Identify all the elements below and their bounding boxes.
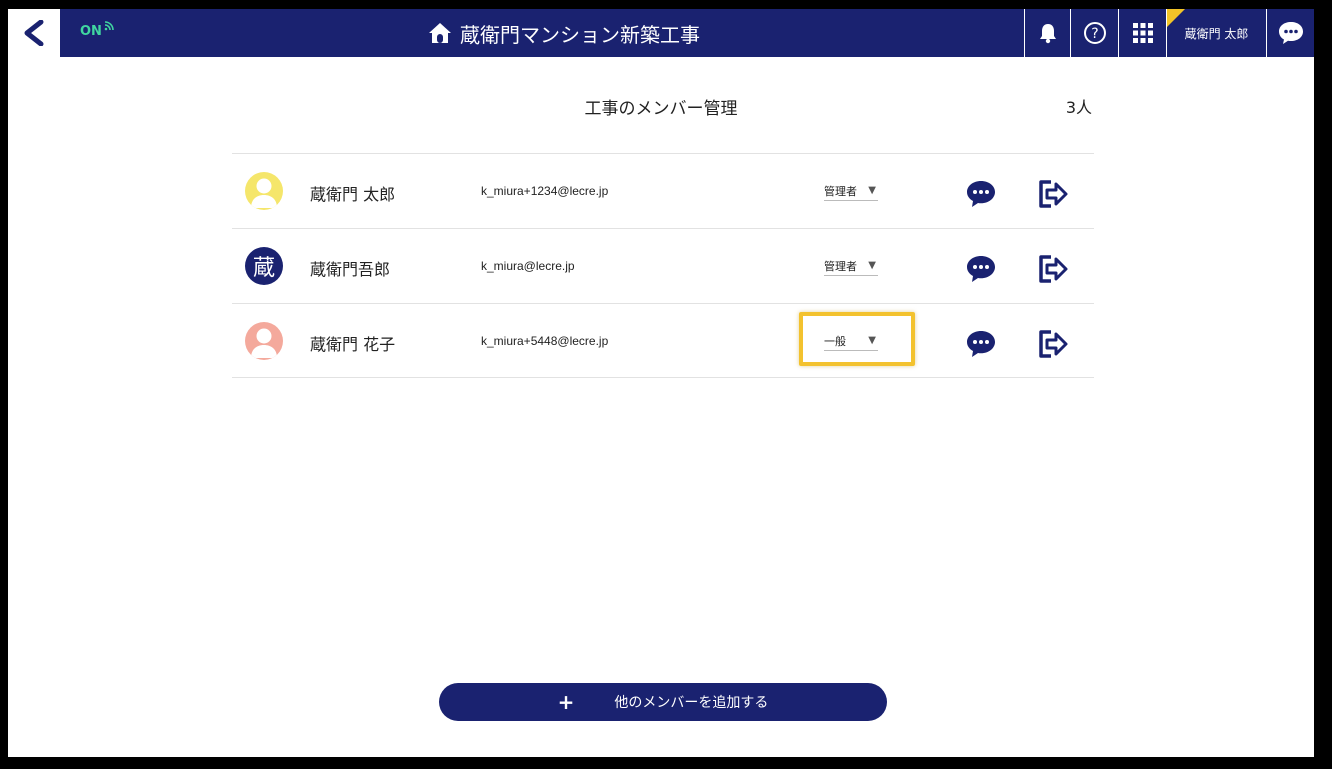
- role-select[interactable]: 一般 ▼: [824, 333, 878, 351]
- remove-member-button[interactable]: [1037, 253, 1069, 285]
- user-corner-mark: [1167, 9, 1185, 27]
- caret-down-icon: ▼: [868, 260, 876, 271]
- message-button[interactable]: [964, 254, 998, 284]
- add-member-label: 他のメンバーを追加する: [614, 695, 769, 711]
- signal-icon: [104, 21, 114, 31]
- caret-down-icon: ▼: [868, 335, 876, 346]
- member-email: k_miura@lecre.jp: [481, 259, 575, 273]
- home-icon: [428, 21, 452, 45]
- member-count: 3人: [1065, 98, 1092, 117]
- exit-icon: [1039, 330, 1068, 358]
- apps-button[interactable]: [1118, 9, 1166, 57]
- member-list: 蔵衛門 太郎 k_miura+1234@lecre.jp 管理者 ▼ 蔵 蔵衛門…: [232, 153, 1094, 378]
- member-row: 蔵 蔵衛門吾郎 k_miura@lecre.jp 管理者 ▼: [232, 228, 1094, 303]
- bell-icon: [1039, 24, 1056, 44]
- user-menu-button[interactable]: 蔵衛門 太郎: [1166, 9, 1266, 57]
- project-title-text: 蔵衛門マンション新築工事: [460, 22, 700, 47]
- project-title[interactable]: 蔵衛門マンション新築工事: [428, 9, 700, 57]
- person-icon: [251, 178, 277, 208]
- role-value: 管理者: [824, 184, 857, 198]
- chat-bubble-icon: [1278, 22, 1303, 44]
- help-button[interactable]: ?: [1070, 9, 1118, 57]
- page-title: 工事のメンバー管理: [584, 99, 738, 119]
- top-bar: ON 蔵衛門マンション新築工事 ? 蔵衛門 太郎: [8, 9, 1314, 57]
- notification-button[interactable]: [1024, 9, 1070, 57]
- chevron-left-icon: [24, 20, 44, 46]
- chat-button[interactable]: [1266, 9, 1314, 57]
- role-select[interactable]: 管理者 ▼: [824, 258, 878, 276]
- exit-icon: [1039, 255, 1068, 283]
- question-icon: ?: [1083, 22, 1106, 44]
- remove-member-button[interactable]: [1037, 328, 1069, 360]
- role-value: 管理者: [824, 259, 857, 273]
- grid-icon: [1132, 23, 1153, 43]
- back-button[interactable]: [8, 9, 60, 57]
- kura-logo-icon: 蔵: [252, 256, 275, 281]
- role-select[interactable]: 管理者 ▼: [824, 183, 878, 201]
- member-row: 蔵衛門 花子 k_miura+5448@lecre.jp 一般 ▼: [232, 303, 1094, 378]
- svg-text:?: ?: [1091, 26, 1098, 42]
- person-icon: [251, 328, 277, 358]
- role-value: 一般: [824, 334, 846, 348]
- online-status-label: ON: [80, 24, 102, 39]
- member-name: 蔵衛門 太郎: [310, 185, 396, 204]
- remove-member-button[interactable]: [1037, 178, 1069, 210]
- user-name: 蔵衛門 太郎: [1184, 26, 1249, 41]
- member-row: 蔵衛門 太郎 k_miura+1234@lecre.jp 管理者 ▼: [232, 153, 1094, 228]
- member-email: k_miura+5448@lecre.jp: [481, 334, 609, 348]
- chat-bubble-icon: [967, 331, 995, 357]
- exit-icon: [1039, 180, 1068, 208]
- message-button[interactable]: [964, 179, 998, 209]
- member-email: k_miura+1234@lecre.jp: [481, 184, 609, 198]
- message-button[interactable]: [964, 329, 998, 359]
- chat-bubble-icon: [967, 181, 995, 207]
- add-member-button[interactable]: + 他のメンバーを追加する: [439, 683, 887, 721]
- app-frame: ON 蔵衛門マンション新築工事 ? 蔵衛門 太郎 工事のメンバー管理 3人 蔵衛…: [8, 9, 1314, 757]
- member-name: 蔵衛門 花子: [310, 335, 396, 354]
- avatar: [245, 172, 283, 210]
- plus-icon: +: [557, 690, 575, 714]
- online-status: ON: [80, 21, 115, 39]
- caret-down-icon: ▼: [868, 185, 876, 196]
- avatar: 蔵: [245, 247, 283, 285]
- avatar: [245, 322, 283, 360]
- chat-bubble-icon: [967, 256, 995, 282]
- member-name: 蔵衛門吾郎: [310, 260, 391, 279]
